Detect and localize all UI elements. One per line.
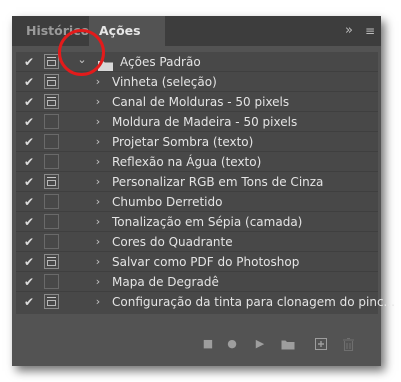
actions-panel: Histórico Ações » ≡ ✔ ⌄ Ações Padrão ✔ › Vinh…	[12, 16, 395, 366]
action-label: Configuração da tinta para clonagem do p…	[112, 295, 395, 309]
checkmark-icon[interactable]: ✔	[22, 234, 36, 250]
checkmark-icon[interactable]: ✔	[22, 94, 36, 110]
action-label: Projetar Sombra (texto)	[112, 135, 254, 149]
checkmark-icon[interactable]: ✔	[22, 294, 36, 310]
chevron-right-icon[interactable]: ›	[92, 74, 104, 90]
action-row[interactable]: ✔ › Configuração da tinta para clonagem do…	[16, 292, 395, 312]
action-label: Reflexão na Água (texto)	[112, 155, 262, 169]
checkmark-icon[interactable]: ✔	[22, 154, 36, 170]
chevron-right-icon[interactable]: ›	[92, 114, 104, 130]
action-row[interactable]: ✔ › Mapa de Degradê	[16, 272, 378, 292]
dialog-toggle-icon[interactable]	[44, 254, 59, 269]
dialog-toggle-icon[interactable]	[44, 94, 59, 109]
action-label: Vinheta (seleção)	[112, 75, 217, 89]
delete-button[interactable]	[340, 334, 356, 354]
record-button[interactable]: ●	[224, 334, 240, 354]
checkmark-icon[interactable]: ✔	[22, 194, 36, 210]
action-row[interactable]: ✔ › Projetar Sombra (texto)	[16, 132, 378, 152]
action-label: Salvar como PDF do Photoshop	[112, 255, 300, 269]
checkmark-icon[interactable]: ✔	[22, 274, 36, 290]
action-label: Chumbo Derretido	[112, 195, 223, 209]
chevron-right-icon[interactable]: ›	[92, 254, 104, 270]
action-row[interactable]: ✔ › Moldura de Madeira - 50 pixels	[16, 112, 378, 132]
checkmark-icon[interactable]: ✔	[22, 174, 36, 190]
chevron-right-icon[interactable]: ›	[92, 194, 104, 210]
action-label: Canal de Molduras - 50 pixels	[112, 95, 290, 109]
action-label: Cores do Quadrante	[112, 235, 233, 249]
action-row[interactable]: ✔ › Vinheta (seleção)	[16, 72, 378, 92]
new-action-button[interactable]	[313, 334, 329, 354]
chevron-right-icon[interactable]: ›	[92, 294, 104, 310]
dialog-toggle-icon[interactable]	[44, 114, 59, 129]
dialog-toggle-icon[interactable]	[44, 54, 59, 69]
stop-icon: ■	[202, 337, 214, 350]
chevron-right-icon[interactable]: ›	[92, 134, 104, 150]
chevron-right-icon[interactable]: ›	[92, 274, 104, 290]
chevron-right-icon[interactable]: ›	[92, 214, 104, 230]
chevron-right-icon[interactable]: ›	[92, 154, 104, 170]
action-label: Tonalização em Sépia (camada)	[112, 215, 303, 229]
dialog-toggle-icon[interactable]	[44, 194, 59, 209]
record-icon: ●	[227, 337, 237, 350]
action-row[interactable]: ✔ › Tonalização em Sépia (camada)	[16, 212, 378, 232]
action-set-label: Ações Padrão	[120, 55, 201, 69]
checkmark-icon[interactable]: ✔	[22, 134, 36, 150]
actions-list: ✔ ⌄ Ações Padrão ✔ › Vinheta (seleção) ✔ › Canal…	[16, 52, 395, 314]
hamburger-menu-icon[interactable]: ≡	[365, 16, 375, 46]
action-row[interactable]: ✔ › Salvar como PDF do Photoshop	[16, 252, 378, 272]
chevron-right-icon[interactable]: ›	[92, 94, 104, 110]
checkmark-icon[interactable]: ✔	[22, 54, 36, 70]
dialog-toggle-icon[interactable]	[44, 74, 59, 89]
play-icon: ▶	[255, 337, 265, 350]
dialog-toggle-icon[interactable]	[44, 154, 59, 169]
chevron-right-icon[interactable]: ›	[92, 234, 104, 250]
trash-icon	[342, 337, 354, 354]
play-button[interactable]: ▶	[252, 334, 268, 354]
dialog-toggle-icon[interactable]	[44, 174, 59, 189]
new-item-icon	[315, 338, 327, 353]
dialog-toggle-icon[interactable]	[44, 134, 59, 149]
checkmark-icon[interactable]: ✔	[22, 114, 36, 130]
checkmark-icon[interactable]: ✔	[22, 214, 36, 230]
action-label: Mapa de Degradê	[112, 275, 219, 289]
action-row[interactable]: ✔ › Reflexão na Água (texto)	[16, 152, 378, 172]
actions-toolbar: ■ ● ▶	[12, 334, 381, 354]
stop-button[interactable]: ■	[200, 334, 216, 354]
folder-icon	[281, 340, 295, 353]
action-label: Personalizar RGB em Tons de Cinza	[112, 175, 324, 189]
dialog-toggle-icon[interactable]	[44, 294, 59, 309]
action-row[interactable]: ✔ › Canal de Molduras - 50 pixels	[16, 92, 378, 112]
dialog-toggle-icon[interactable]	[44, 234, 59, 249]
chevron-right-icon[interactable]: ›	[92, 174, 104, 190]
action-label: Moldura de Madeira - 50 pixels	[112, 115, 298, 129]
action-row[interactable]: ✔ › Chumbo Derretido	[16, 192, 378, 212]
action-row[interactable]: ✔ › Personalizar RGB em Tons de Cinza	[16, 172, 378, 192]
highlight-circle	[58, 29, 105, 76]
new-set-button[interactable]	[280, 334, 296, 354]
action-row[interactable]: ✔ › Cores do Quadrante	[16, 232, 378, 252]
dialog-toggle-icon[interactable]	[44, 274, 59, 289]
double-chevron-right-icon[interactable]: »	[345, 16, 353, 46]
checkmark-icon[interactable]: ✔	[22, 74, 36, 90]
dialog-toggle-icon[interactable]	[44, 214, 59, 229]
checkmark-icon[interactable]: ✔	[22, 254, 36, 270]
